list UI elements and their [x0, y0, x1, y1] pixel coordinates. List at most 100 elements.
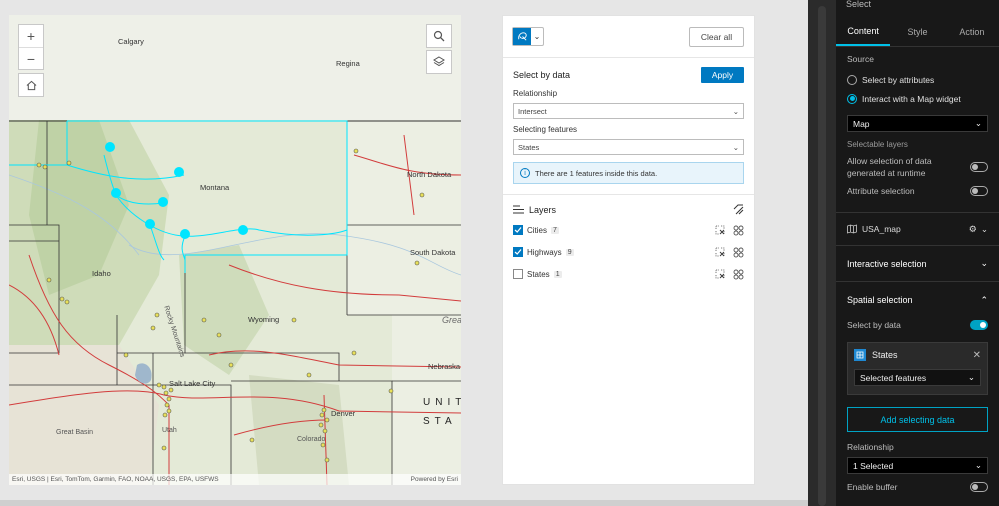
- chevron-down-icon: ⌄: [732, 142, 739, 152]
- radio-label: Interact with a Map widget: [862, 93, 961, 104]
- relationship-select[interactable]: 1 Selected ⌄: [847, 457, 988, 474]
- attribute-selection-label: Attribute selection: [847, 186, 915, 196]
- radio-label: Select by attributes: [862, 74, 935, 85]
- map-label-regina: Regina: [336, 59, 360, 68]
- layers-header: Layers: [503, 195, 754, 215]
- scrollbar[interactable]: [818, 6, 826, 506]
- chevron-down-icon: ⌄: [980, 258, 988, 268]
- layer-list: Cities 7 Highways 9 States 1: [503, 219, 754, 285]
- select-by-data-section: Select by data Apply Relationship Inters…: [503, 58, 754, 184]
- clear-selection-icon[interactable]: [715, 269, 725, 279]
- card-title: States: [872, 350, 898, 360]
- allow-runtime-toggle[interactable]: [970, 162, 988, 172]
- layer-checkbox[interactable]: [513, 247, 523, 257]
- chevron-up-icon: ⌃: [980, 294, 988, 305]
- search-button[interactable]: [426, 24, 452, 48]
- search-icon: [433, 30, 445, 42]
- tab-content[interactable]: Content: [836, 17, 891, 46]
- select-by-data-label: Select by data: [847, 320, 901, 330]
- tab-action[interactable]: Action: [945, 17, 999, 46]
- select-by-data-toggle[interactable]: [970, 320, 988, 330]
- layer-settings-icon[interactable]: [733, 204, 744, 215]
- selected-features-select[interactable]: Selected features ⌄: [854, 369, 981, 386]
- clear-selection-icon[interactable]: [715, 247, 725, 257]
- enable-buffer-toggle[interactable]: [970, 482, 988, 492]
- source-label: Source: [847, 54, 874, 64]
- layer-checkbox[interactable]: [513, 225, 523, 235]
- enable-buffer-label: Enable buffer: [847, 482, 898, 492]
- canvas-footer: [0, 500, 808, 506]
- layer-row[interactable]: States 1: [503, 263, 754, 285]
- tab-style[interactable]: Style: [890, 17, 944, 46]
- relationship-select[interactable]: Intersect ⌄: [513, 103, 744, 119]
- chevron-down-icon: ⌄: [732, 106, 739, 116]
- map-label-wyoming: Wyoming: [248, 315, 280, 324]
- home-button[interactable]: [18, 73, 44, 97]
- selecting-features-label: Selecting features: [513, 125, 578, 134]
- close-icon[interactable]: ✕: [973, 350, 981, 361]
- radio-interact-with-map[interactable]: Interact with a Map widget: [847, 89, 988, 108]
- relationship-value: 1 Selected: [853, 460, 894, 471]
- widget-toolbar: ⌄ Clear all: [503, 16, 754, 58]
- map-select-value: Map: [853, 118, 870, 129]
- layer-checkbox[interactable]: [513, 269, 523, 279]
- apply-button[interactable]: Apply: [701, 67, 744, 83]
- spatial-selection-section[interactable]: Spatial selection ⌃: [836, 282, 999, 318]
- selectable-layers-label: Selectable layers: [847, 140, 908, 149]
- attribute-selection-toggle[interactable]: [970, 186, 988, 196]
- powered-by-esri[interactable]: Powered by Esri: [411, 476, 458, 485]
- layer-count-badge: 9: [565, 248, 574, 256]
- map-label-north-dakota: North Dakota: [407, 170, 452, 179]
- interactive-selection-label: Interactive selection: [847, 258, 927, 269]
- table-icon[interactable]: [733, 247, 744, 258]
- map-view[interactable]: Calgary Regina Montana North Dakota Sout…: [9, 15, 461, 485]
- layers-title: Layers: [529, 204, 557, 215]
- map-layer-row[interactable]: USA_map ⚙ ⌄: [836, 213, 999, 245]
- selected-features-value: Selected features: [860, 372, 927, 383]
- zoom-in-button[interactable]: +: [19, 25, 43, 47]
- checkmark-icon: [514, 227, 522, 233]
- home-icon: [26, 80, 36, 90]
- table-icon[interactable]: [733, 269, 744, 280]
- info-notice: i There are 1 features inside this data.: [513, 162, 744, 184]
- selection-mode-button[interactable]: ⌄: [512, 27, 544, 46]
- selecting-features-value: States: [518, 142, 540, 152]
- clear-selection-icon[interactable]: [715, 225, 725, 235]
- layer-count-badge: 7: [551, 226, 559, 234]
- map-label-states: STA: [423, 416, 457, 427]
- map-label-salt-lake-city: Salt Lake City: [169, 379, 216, 388]
- list-icon: [513, 205, 524, 214]
- selecting-features-select[interactable]: States ⌄: [513, 139, 744, 155]
- map-select[interactable]: Map ⌄: [847, 115, 988, 132]
- radio-icon: [847, 93, 857, 104]
- relationship-label: Relationship: [513, 89, 558, 98]
- map-label-montana: Montana: [200, 183, 230, 192]
- map-basemap: [9, 15, 461, 485]
- map-label-denver: Denver: [331, 409, 356, 418]
- spatial-selection-label: Spatial selection: [847, 295, 913, 305]
- chevron-down-icon: ⌄: [974, 118, 982, 128]
- settings-header: Select: [836, 0, 999, 8]
- add-selecting-data-button[interactable]: Add selecting data: [847, 407, 988, 432]
- map-label-great-basin: Great Basin: [56, 429, 93, 436]
- interactive-selection-section[interactable]: Interactive selection ⌄: [836, 246, 999, 281]
- lasso-select-icon: [513, 28, 531, 45]
- allow-runtime-label: Allow selection of data generated at run…: [847, 156, 932, 178]
- layer-row[interactable]: Highways 9: [503, 241, 754, 263]
- info-text: There are 1 features inside this data.: [535, 168, 658, 178]
- zoom-out-button[interactable]: −: [19, 47, 43, 69]
- zoom-control: + −: [18, 24, 44, 70]
- layer-name: Cities: [527, 225, 548, 235]
- clear-all-button[interactable]: Clear all: [689, 27, 744, 47]
- layer-list-button[interactable]: [426, 50, 452, 74]
- gear-icon[interactable]: ⚙: [969, 224, 977, 235]
- panel-gutter: [808, 0, 836, 506]
- relationship-label: Relationship: [847, 442, 894, 452]
- radio-select-by-attributes[interactable]: Select by attributes: [847, 70, 988, 89]
- chevron-down-icon[interactable]: ⌄: [981, 224, 988, 235]
- map-label-calgary: Calgary: [118, 37, 144, 46]
- settings-panel: Select Content Style Action Source Selec…: [836, 0, 999, 506]
- table-icon[interactable]: [733, 225, 744, 236]
- layer-row[interactable]: Cities 7: [503, 219, 754, 241]
- map-label-united: UNIT: [423, 397, 461, 408]
